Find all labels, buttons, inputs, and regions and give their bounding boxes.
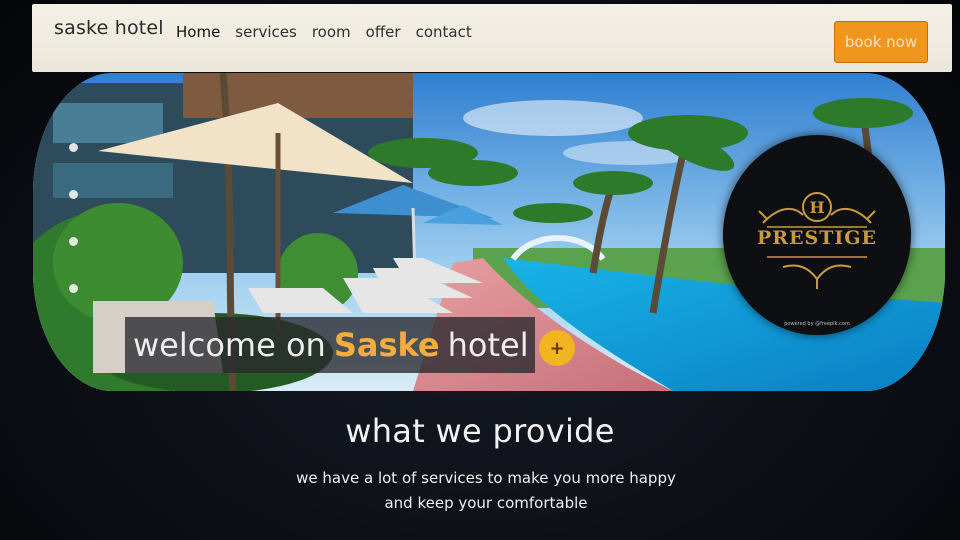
brand-name[interactable]: saske hotel: [54, 17, 164, 39]
logo-wordmark: PRESTIGE: [756, 227, 877, 249]
nav-offer[interactable]: offer: [366, 23, 401, 41]
hero-slider: H PRESTIGE powered by @freepik.com welco…: [33, 73, 945, 391]
plus-icon-button[interactable]: +: [539, 330, 575, 366]
nav-links: Home services room offer contact: [176, 23, 472, 41]
description-line-2: and keep your comfortable: [384, 494, 588, 512]
description-line-1: we have a lot of services to make you mo…: [296, 469, 676, 487]
welcome-prefix: welcome on: [133, 326, 326, 364]
section-title: what we provide: [345, 412, 615, 450]
slider-dot-1[interactable]: [69, 143, 78, 152]
section-description: we have a lot of services to make you mo…: [0, 466, 960, 516]
prestige-logo: H PRESTIGE powered by @freepik.com: [723, 135, 911, 335]
monitor-screen: saske hotel Home services room offer con…: [0, 0, 960, 540]
top-navbar: saske hotel Home services room offer con…: [32, 4, 952, 72]
welcome-highlight: Saske: [333, 326, 440, 364]
nav-home[interactable]: Home: [176, 23, 220, 41]
slider-dot-3[interactable]: [69, 237, 78, 246]
logo-credit: powered by @freepik.com: [784, 321, 850, 327]
slider-dot-2[interactable]: [69, 190, 78, 199]
nav-room[interactable]: room: [312, 23, 351, 41]
slider-dot-4[interactable]: [69, 284, 78, 293]
logo-initial: H: [809, 198, 824, 217]
book-now-button[interactable]: book now: [834, 21, 928, 63]
nav-services[interactable]: services: [235, 23, 297, 41]
slider-dots: [69, 143, 78, 293]
welcome-suffix: hotel: [447, 326, 529, 364]
welcome-banner: welcome on Saske hotel: [125, 317, 535, 373]
nav-contact[interactable]: contact: [416, 23, 472, 41]
